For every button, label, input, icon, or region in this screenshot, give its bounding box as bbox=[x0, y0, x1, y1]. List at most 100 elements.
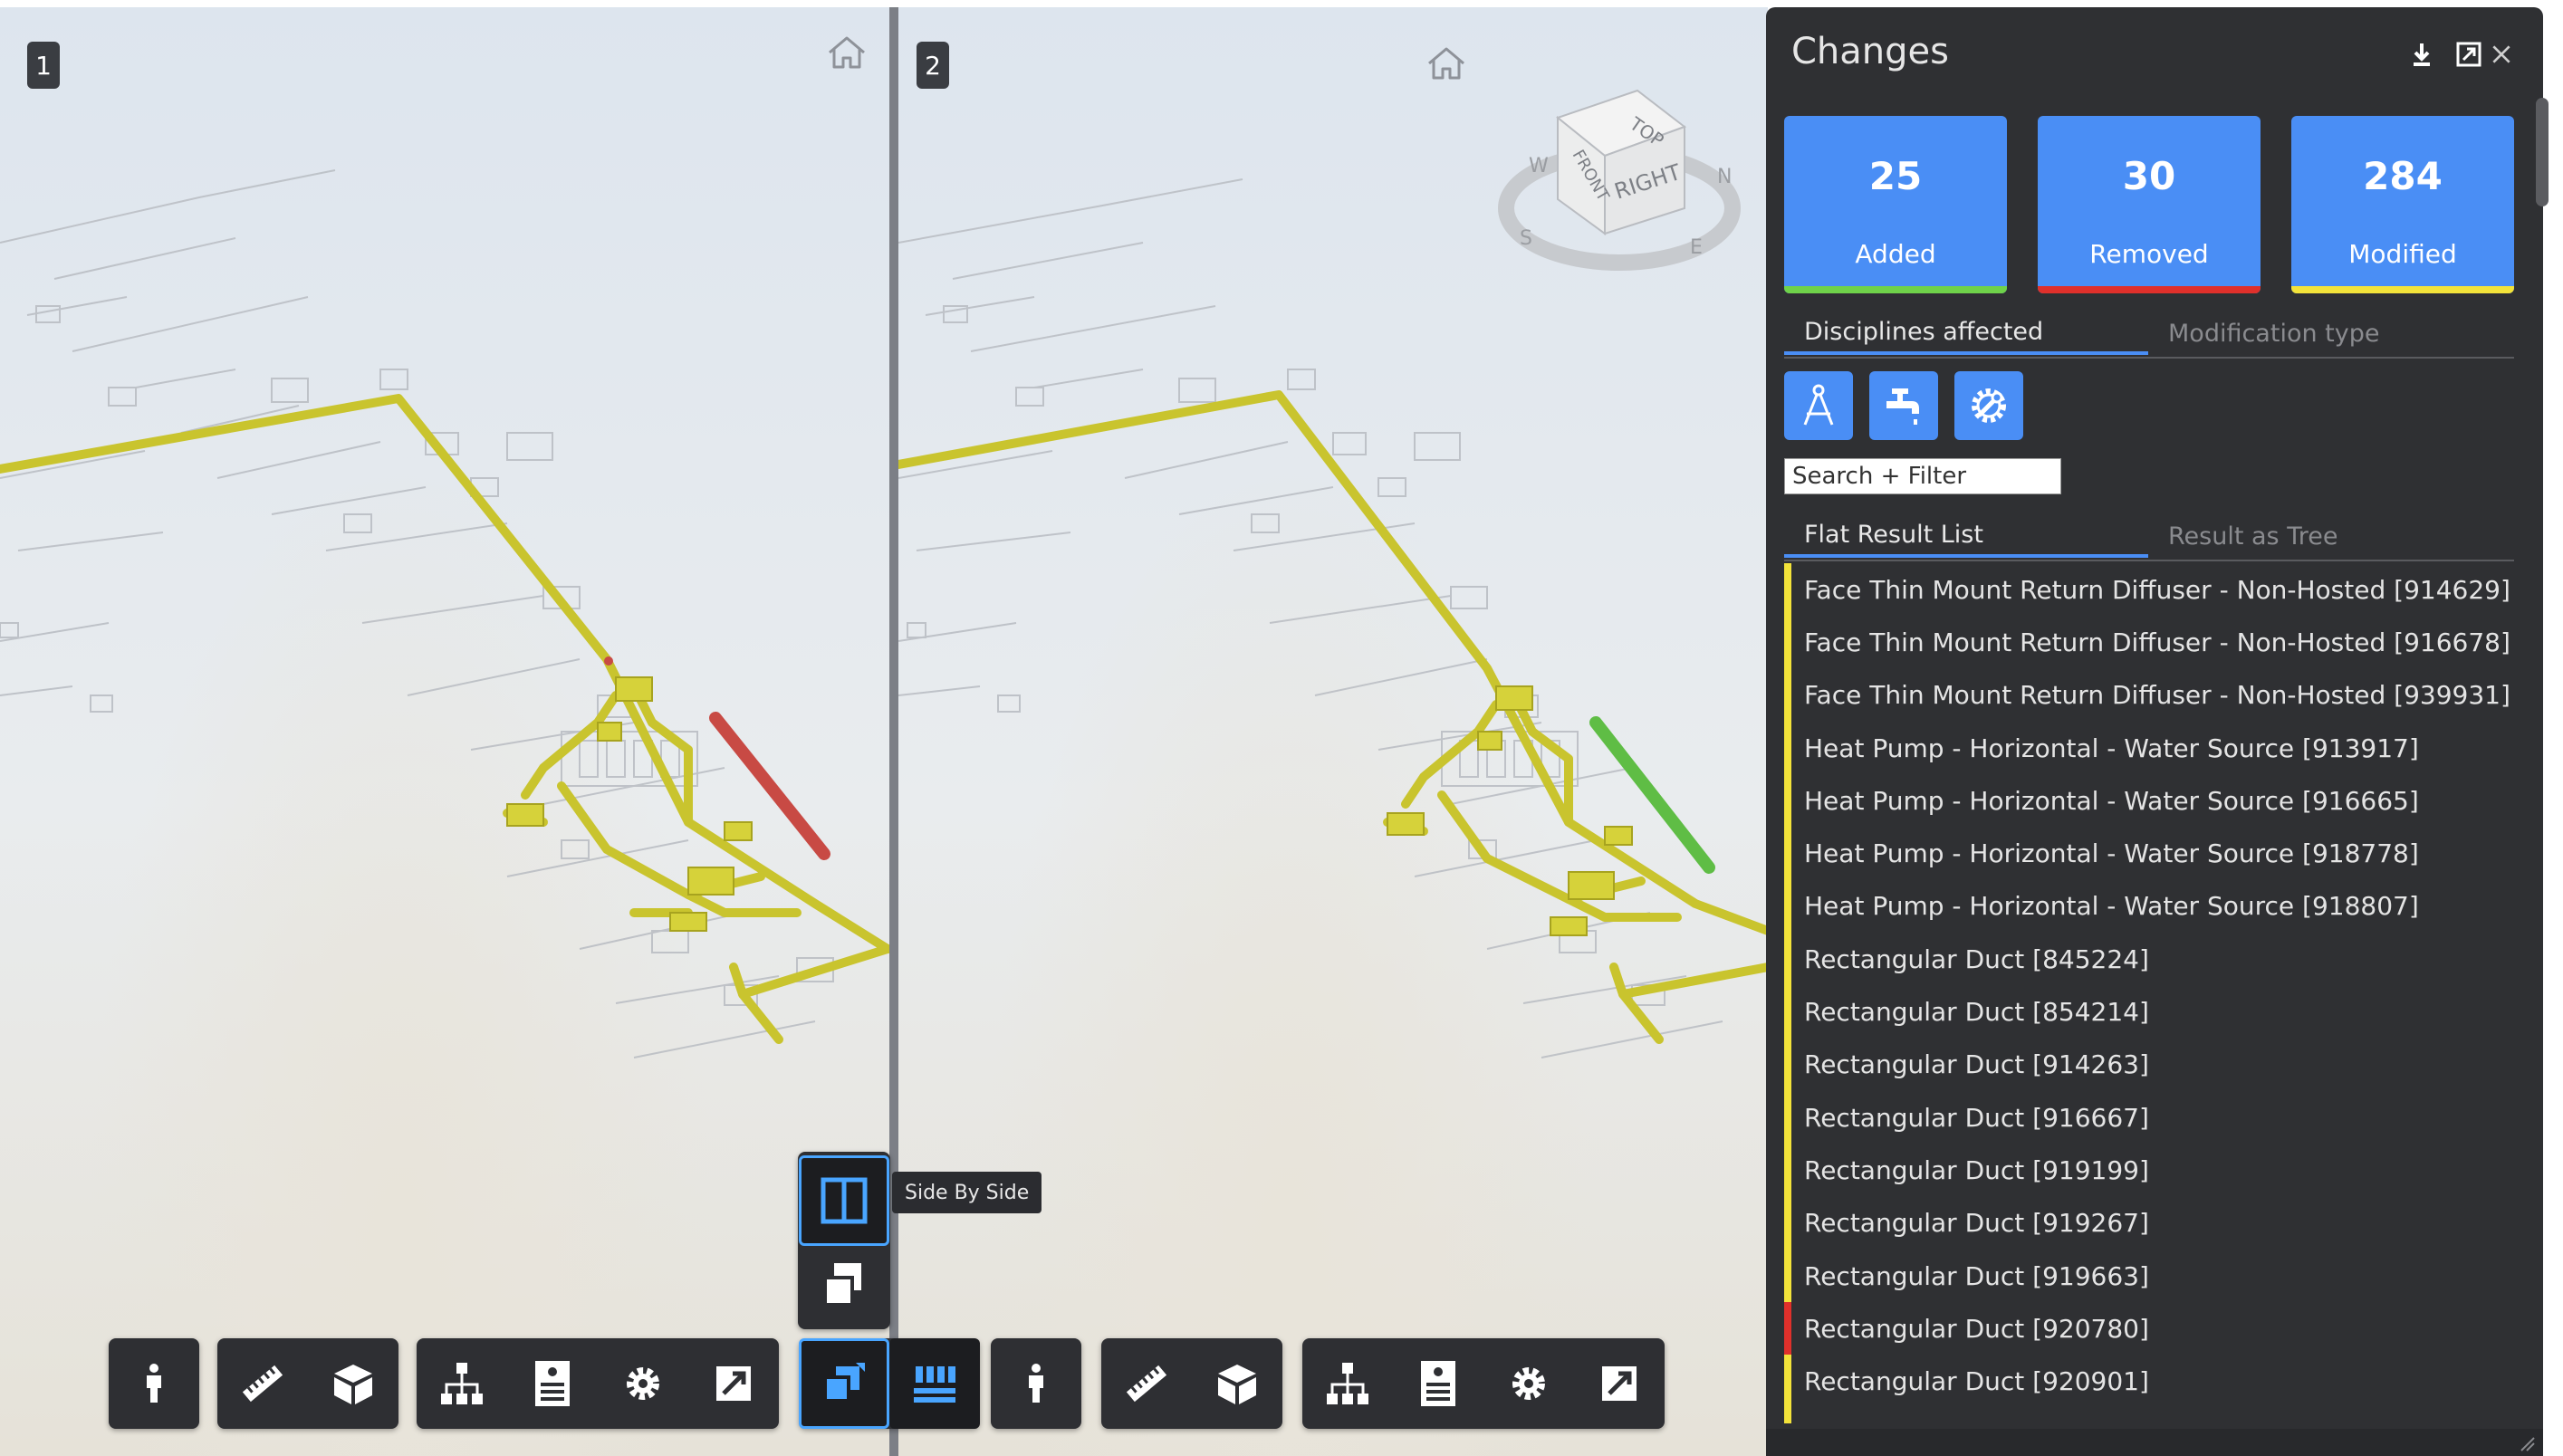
result-list-item[interactable]: Face Thin Mount Return Diffuser - Non-Ho… bbox=[1784, 563, 2509, 617]
split-mode-icon bbox=[823, 1363, 865, 1403]
result-list-item[interactable]: Heat Pump - Horizontal - Water Source [9… bbox=[1784, 774, 2509, 828]
status-color-marker bbox=[1784, 721, 1791, 775]
result-item-label: Face Thin Mount Return Diffuser - Non-Ho… bbox=[1804, 574, 2509, 605]
search-filter-input[interactable] bbox=[1784, 458, 2061, 494]
section-button[interactable] bbox=[1192, 1338, 1282, 1429]
toolbar-tools-right bbox=[1302, 1338, 1665, 1429]
result-list-item[interactable]: Rectangular Duct [854214] bbox=[1784, 985, 2509, 1039]
home-icon[interactable] bbox=[826, 34, 868, 71]
removed-stat-card[interactable]: 30 Removed bbox=[2038, 116, 2261, 293]
list-icon bbox=[914, 1366, 955, 1403]
ruler-icon bbox=[242, 1365, 283, 1403]
added-label: Added bbox=[1855, 239, 1936, 269]
viewcube[interactable]: TOP FRONT RIGHT N E S W bbox=[1493, 81, 1746, 290]
result-item-label: Heat Pump - Horizontal - Water Source [9… bbox=[1804, 785, 2419, 816]
first-person-button[interactable] bbox=[109, 1338, 199, 1429]
result-item-label: Face Thin Mount Return Diffuser - Non-Ho… bbox=[1804, 627, 2509, 657]
measure-button[interactable] bbox=[217, 1338, 308, 1429]
mechanical-discipline-button[interactable] bbox=[1954, 371, 2023, 440]
tab-result-as-tree[interactable]: Result as Tree bbox=[2148, 514, 2512, 558]
tab-modification-type[interactable]: Modification type bbox=[2148, 311, 2512, 355]
added-count: 25 bbox=[1868, 154, 1923, 198]
modified-stat-card[interactable]: 284 Modified bbox=[2291, 116, 2514, 293]
filter-tabs: Disciplines affected Modification type bbox=[1784, 311, 2514, 359]
overlay-button[interactable] bbox=[799, 1239, 889, 1329]
panel-resize-strip[interactable] bbox=[1766, 1429, 2543, 1456]
viewport-1[interactable]: 1 bbox=[0, 7, 889, 1456]
status-color-marker bbox=[1784, 933, 1791, 986]
side-by-side-button[interactable] bbox=[799, 1155, 889, 1246]
section-button[interactable] bbox=[308, 1338, 398, 1429]
first-person-button[interactable] bbox=[991, 1338, 1081, 1429]
result-list-item[interactable]: Face Thin Mount Return Diffuser - Non-Ho… bbox=[1784, 616, 2509, 669]
hierarchy-icon bbox=[441, 1363, 483, 1404]
properties-icon bbox=[1421, 1361, 1455, 1406]
compass-e-label: E bbox=[1690, 236, 1703, 259]
result-item-label: Rectangular Duct [919663] bbox=[1804, 1260, 2149, 1291]
undock-button[interactable] bbox=[2451, 36, 2487, 72]
modified-label: Modified bbox=[2348, 239, 2457, 269]
faucet-icon bbox=[1886, 388, 1919, 425]
model-view-1 bbox=[0, 169, 889, 1058]
overlay-icon bbox=[823, 1263, 861, 1307]
result-list-item[interactable]: Rectangular Duct [920780] bbox=[1784, 1302, 2509, 1355]
hierarchy-icon bbox=[1327, 1363, 1368, 1404]
properties-button[interactable] bbox=[1393, 1338, 1483, 1429]
result-item-label: Heat Pump - Horizontal - Water Source [9… bbox=[1804, 891, 2419, 922]
status-color-marker bbox=[1784, 616, 1791, 669]
result-list-item[interactable]: Rectangular Duct [919267] bbox=[1784, 1196, 2509, 1250]
result-item-label: Rectangular Duct [920901] bbox=[1804, 1366, 2149, 1397]
result-list-item[interactable]: Rectangular Duct [914263] bbox=[1784, 1038, 2509, 1091]
result-list-item[interactable]: Rectangular Duct [920921] bbox=[1784, 1407, 2509, 1423]
status-color-marker bbox=[1784, 827, 1791, 880]
added-stat-card[interactable]: 25 Added bbox=[1784, 116, 2007, 293]
added-color-bar bbox=[1784, 286, 2007, 293]
changes-list-button[interactable] bbox=[889, 1338, 980, 1429]
settings-button[interactable] bbox=[1483, 1338, 1574, 1429]
fullscreen-button[interactable] bbox=[1574, 1338, 1665, 1429]
result-list-item[interactable]: Face Thin Mount Return Diffuser - Non-Ho… bbox=[1784, 668, 2509, 722]
result-list-item[interactable]: Rectangular Duct [845224] bbox=[1784, 933, 2509, 986]
split-mode-button[interactable] bbox=[799, 1338, 889, 1429]
home-icon[interactable] bbox=[1425, 45, 1467, 81]
settings-button[interactable] bbox=[598, 1338, 688, 1429]
tab-flat-result-list[interactable]: Flat Result List bbox=[1784, 514, 2148, 558]
viewport-splitter[interactable] bbox=[889, 7, 898, 1456]
plumbing-discipline-button[interactable] bbox=[1869, 371, 1938, 440]
viewport-number-1: 1 bbox=[27, 42, 60, 89]
result-list-item[interactable]: Rectangular Duct [919199] bbox=[1784, 1144, 2509, 1197]
gear-icon bbox=[627, 1367, 659, 1400]
result-list-item[interactable]: Heat Pump - Horizontal - Water Source [9… bbox=[1784, 721, 2509, 775]
architecture-discipline-button[interactable] bbox=[1784, 371, 1853, 440]
fullscreen-icon bbox=[716, 1366, 751, 1401]
person-icon bbox=[147, 1364, 161, 1403]
result-list-item[interactable]: Rectangular Duct [919663] bbox=[1784, 1249, 2509, 1303]
properties-button[interactable] bbox=[507, 1338, 598, 1429]
removed-label: Removed bbox=[2089, 239, 2209, 269]
result-item-label: Rectangular Duct [920921] bbox=[1804, 1419, 2149, 1423]
modified-color-bar bbox=[2291, 286, 2514, 293]
result-list-item[interactable]: Heat Pump - Horizontal - Water Source [9… bbox=[1784, 879, 2509, 934]
status-color-marker bbox=[1784, 1038, 1791, 1091]
status-color-marker bbox=[1784, 1355, 1791, 1408]
result-list-item[interactable]: Heat Pump - Horizontal - Water Source [9… bbox=[1784, 827, 2509, 880]
result-list-item[interactable]: Rectangular Duct [920901] bbox=[1784, 1355, 2509, 1408]
gear-icon bbox=[1512, 1367, 1545, 1400]
compass-w-label: W bbox=[1529, 155, 1549, 177]
model-browser-button[interactable] bbox=[417, 1338, 507, 1429]
status-color-marker bbox=[1784, 985, 1791, 1039]
fullscreen-button[interactable] bbox=[688, 1338, 779, 1429]
close-button[interactable] bbox=[2483, 36, 2520, 72]
tab-disciplines-affected[interactable]: Disciplines affected bbox=[1784, 311, 2148, 355]
compass-drafting-icon bbox=[1803, 384, 1834, 426]
panel-scrollbar[interactable] bbox=[2536, 98, 2549, 206]
result-list-item[interactable]: Rectangular Duct [916667] bbox=[1784, 1090, 2509, 1145]
measure-button[interactable] bbox=[1101, 1338, 1192, 1429]
modified-count: 284 bbox=[2363, 154, 2443, 198]
result-item-label: Heat Pump - Horizontal - Water Source [9… bbox=[1804, 733, 2419, 763]
model-browser-button[interactable] bbox=[1302, 1338, 1393, 1429]
result-item-label: Heat Pump - Horizontal - Water Source [9… bbox=[1804, 838, 2419, 869]
download-button[interactable] bbox=[2404, 36, 2440, 72]
status-color-marker bbox=[1784, 774, 1791, 828]
status-color-marker bbox=[1784, 1302, 1791, 1355]
